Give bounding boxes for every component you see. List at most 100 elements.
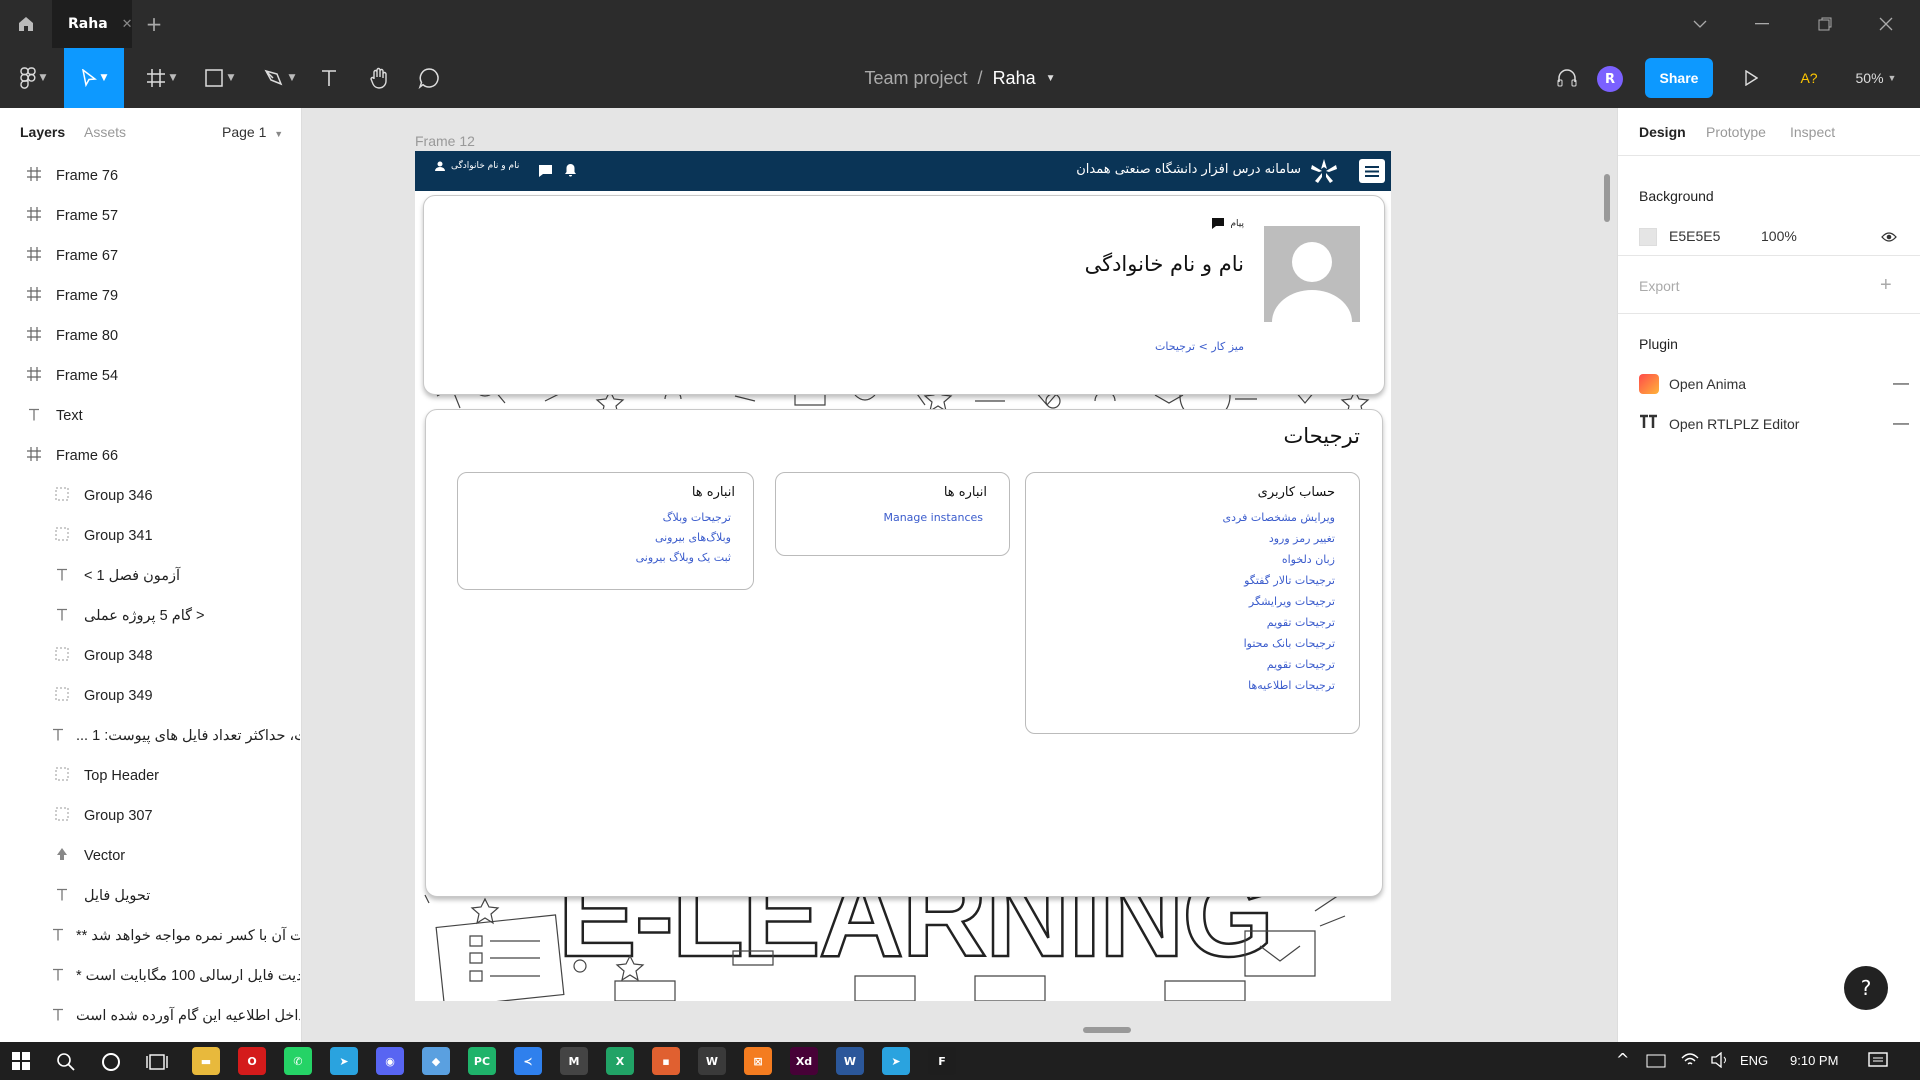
background-opacity-input[interactable]: 100% [1761, 228, 1797, 244]
xampp-icon[interactable]: ⊠ [744, 1047, 772, 1075]
excel-app-icon[interactable]: X [606, 1047, 634, 1075]
main-menu-button[interactable]: ▼ [8, 48, 58, 108]
eye-icon[interactable] [1881, 230, 1897, 246]
layer-row[interactable]: ** عایت آن با کسر نمره مواجه خواهد شد... [0, 916, 300, 956]
avatar[interactable]: R [1597, 66, 1623, 92]
adobe-xd-icon[interactable]: Xd [790, 1047, 818, 1075]
shape-tool-button[interactable]: ▼ [196, 48, 242, 108]
missing-fonts-button[interactable]: A? [1792, 48, 1826, 108]
messages-icon[interactable] [539, 165, 552, 181]
page-selector[interactable]: Page 1 ▼ [222, 124, 283, 140]
opera-icon[interactable]: O [238, 1047, 266, 1075]
telegram-2-icon[interactable]: ➤ [882, 1047, 910, 1075]
background-color-swatch[interactable] [1639, 228, 1657, 246]
tab-assets[interactable]: Assets [84, 124, 126, 140]
preference-link[interactable]: ترجیحات تقویم [1223, 616, 1335, 637]
tab-prototype[interactable]: Prototype [1706, 124, 1766, 140]
layer-row[interactable]: Frame 76 [0, 156, 300, 196]
layer-row[interactable]: < آزمون فصل 1 [0, 556, 300, 596]
user-menu[interactable]: نام و نام خانوادگی [435, 161, 519, 171]
layer-row[interactable]: Frame 54 [0, 356, 300, 396]
preference-link[interactable]: ترجیحات اطلاعیه‌ها [1223, 679, 1335, 700]
comment-tool-button[interactable] [412, 48, 446, 108]
layer-row[interactable]: Group 348 [0, 636, 300, 676]
m-app-icon[interactable]: M [560, 1047, 588, 1075]
layer-row[interactable]: Group 346 [0, 476, 300, 516]
layer-row[interactable]: * محدودیت فایل ارسالی 100 مگابایت است... [0, 956, 300, 996]
plugin-item-anima[interactable]: Open Anima — [1639, 374, 1909, 394]
layer-row[interactable]: تحویل فایل [0, 876, 300, 916]
layer-row[interactable]: Frame 66 [0, 436, 300, 476]
plugin-item-rtlplz[interactable]: Open RTLPLZ Editor — [1639, 414, 1909, 434]
layer-row[interactable]: Top Header [0, 756, 300, 796]
layer-row[interactable]: گام 5 پروژه عملی > [0, 596, 300, 636]
layer-row[interactable]: Text [0, 396, 300, 436]
pycharm-icon[interactable]: PC [468, 1047, 496, 1075]
app-icon[interactable]: ▪ [652, 1047, 680, 1075]
bell-icon[interactable] [565, 164, 576, 181]
whatsapp-icon[interactable]: ✆ [284, 1047, 312, 1075]
search-icon[interactable] [56, 1052, 76, 1076]
vertical-scrollbar[interactable] [1604, 174, 1610, 222]
add-export-icon[interactable]: + [1880, 274, 1892, 297]
vscode-icon[interactable]: ≺ [514, 1047, 542, 1075]
pen-tool-button[interactable]: ▼ [254, 48, 304, 108]
zoom-menu[interactable]: 50% ▼ [1848, 48, 1904, 108]
layer-row[interactable]: Frame 80 [0, 316, 300, 356]
layer-row[interactable]: Group 349 [0, 676, 300, 716]
file-tab[interactable]: Raha ✕ [52, 0, 133, 48]
preference-link[interactable]: ترجیحات ویرایشگر [1223, 595, 1335, 616]
background-hex-input[interactable]: E5E5E5 [1669, 228, 1720, 244]
tab-close-icon[interactable]: ✕ [122, 17, 133, 32]
remove-plugin-icon[interactable]: — [1893, 375, 1909, 393]
preference-link[interactable]: تغییر رمز ورود [1223, 532, 1335, 553]
audio-call-button[interactable] [1552, 48, 1582, 108]
volume-icon[interactable] [1710, 1051, 1730, 1072]
frame-12[interactable]: E-LEARNING نام و نام خانوادگی سامانه درس… [415, 151, 1391, 1001]
chevron-down-icon[interactable] [1680, 12, 1720, 36]
layer-row[interactable]: Frame 57 [0, 196, 300, 236]
frame-label[interactable]: Frame 12 [415, 133, 475, 149]
layer-row[interactable]: Frame 67 [0, 236, 300, 276]
file-name[interactable]: Raha [993, 68, 1036, 89]
preference-link[interactable]: ویرایش مشخصات فردی [1223, 511, 1335, 532]
remove-plugin-icon[interactable]: — [1893, 415, 1909, 433]
restore-icon[interactable] [1805, 12, 1845, 36]
preference-link[interactable]: Manage instances [883, 511, 983, 532]
discord-icon[interactable]: ◉ [376, 1047, 404, 1075]
breadcrumb[interactable]: میز کار > ترجیحات [1155, 340, 1244, 353]
layer-row[interactable]: Frame 79 [0, 276, 300, 316]
horizontal-scrollbar[interactable] [1083, 1027, 1131, 1033]
cortana-icon[interactable] [101, 1052, 121, 1076]
language-indicator[interactable]: ENG [1740, 1053, 1768, 1068]
preference-link[interactable]: ترجیحات تقویم [1223, 658, 1335, 679]
chevron-up-icon[interactable]: ^ [1616, 1050, 1629, 1069]
project-name[interactable]: Team project [865, 68, 968, 89]
avatar[interactable] [1264, 226, 1360, 322]
minimize-icon[interactable] [1742, 12, 1782, 36]
layer-row[interactable]: Vector [0, 836, 300, 876]
wifi-icon[interactable] [1680, 1052, 1700, 1072]
telegram-icon[interactable]: ➤ [330, 1047, 358, 1075]
tab-design[interactable]: Design [1639, 124, 1686, 140]
3d-app-icon[interactable]: ◆ [422, 1047, 450, 1075]
task-view-icon[interactable] [146, 1052, 168, 1076]
preference-link[interactable]: ترجیحات تالار گفتگو [1223, 574, 1335, 595]
help-button[interactable]: ? [1844, 966, 1888, 1010]
window-close-icon[interactable] [1866, 12, 1906, 36]
share-button[interactable]: Share [1645, 58, 1713, 98]
chevron-down-icon[interactable]: ▼ [1046, 73, 1056, 84]
tab-layers[interactable]: Layers [20, 124, 65, 140]
hamburger-menu-button[interactable] [1359, 159, 1385, 183]
word-icon[interactable]: W [836, 1047, 864, 1075]
wordpress-icon[interactable]: W [698, 1047, 726, 1075]
preference-link[interactable]: ترجیحات بانک محتوا [1223, 637, 1335, 658]
preference-link[interactable]: زبان دلخواه [1223, 553, 1335, 574]
home-icon[interactable] [12, 12, 40, 36]
tab-inspect[interactable]: Inspect [1790, 124, 1835, 140]
clock[interactable]: 9:10 PM [1790, 1053, 1838, 1068]
frame-tool-button[interactable]: ▼ [136, 48, 186, 108]
file-explorer-icon[interactable]: ▬ [192, 1047, 220, 1075]
hand-tool-button[interactable] [362, 48, 396, 108]
layer-row[interactable]: Group 341 [0, 516, 300, 556]
